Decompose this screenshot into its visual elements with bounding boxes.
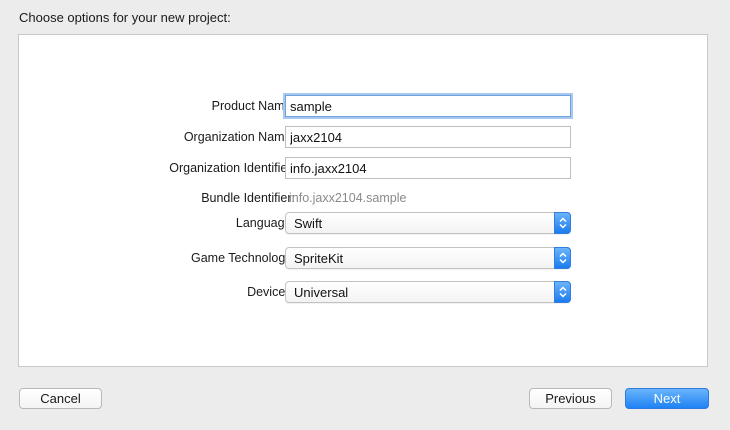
bundle-identifier-row: Bundle Identifier: info.jaxx2104.sample — [19, 187, 709, 211]
product-name-label: Product Name: — [211, 99, 295, 113]
game-technology-label: Game Technology: — [191, 251, 295, 265]
game-technology-row: Game Technology: SpriteKit — [19, 247, 709, 271]
up-down-chevron-icon — [554, 212, 571, 234]
product-name-field[interactable] — [285, 95, 571, 117]
language-value: Swift — [294, 216, 323, 231]
previous-button[interactable]: Previous — [529, 388, 612, 409]
options-panel: Product Name: Organization Name: Organiz… — [18, 34, 708, 367]
organization-identifier-label: Organization Identifier: — [169, 161, 295, 175]
organization-name-row: Organization Name: — [19, 126, 709, 150]
organization-identifier-field[interactable] — [285, 157, 571, 179]
product-name-row: Product Name: — [19, 95, 709, 119]
cancel-button[interactable]: Cancel — [19, 388, 102, 409]
devices-row: Devices: Universal — [19, 281, 709, 305]
language-row: Language: Swift — [19, 212, 709, 236]
up-down-chevron-icon — [554, 247, 571, 269]
language-popup[interactable]: Swift — [285, 212, 571, 234]
new-project-sheet: Choose options for your new project: Pro… — [0, 0, 730, 430]
bundle-identifier-value: info.jaxx2104.sample — [289, 191, 407, 205]
organization-identifier-row: Organization Identifier: — [19, 157, 709, 181]
game-technology-popup[interactable]: SpriteKit — [285, 247, 571, 269]
game-technology-value: SpriteKit — [294, 251, 344, 266]
bundle-identifier-label: Bundle Identifier: — [201, 191, 295, 205]
organization-name-label: Organization Name: — [183, 130, 295, 144]
organization-name-field[interactable] — [285, 126, 571, 148]
next-button[interactable]: Next — [625, 388, 709, 409]
devices-popup[interactable]: Universal — [285, 281, 571, 303]
sheet-title: Choose options for your new project: — [19, 10, 231, 25]
up-down-chevron-icon — [554, 281, 571, 303]
devices-value: Universal — [294, 285, 349, 300]
